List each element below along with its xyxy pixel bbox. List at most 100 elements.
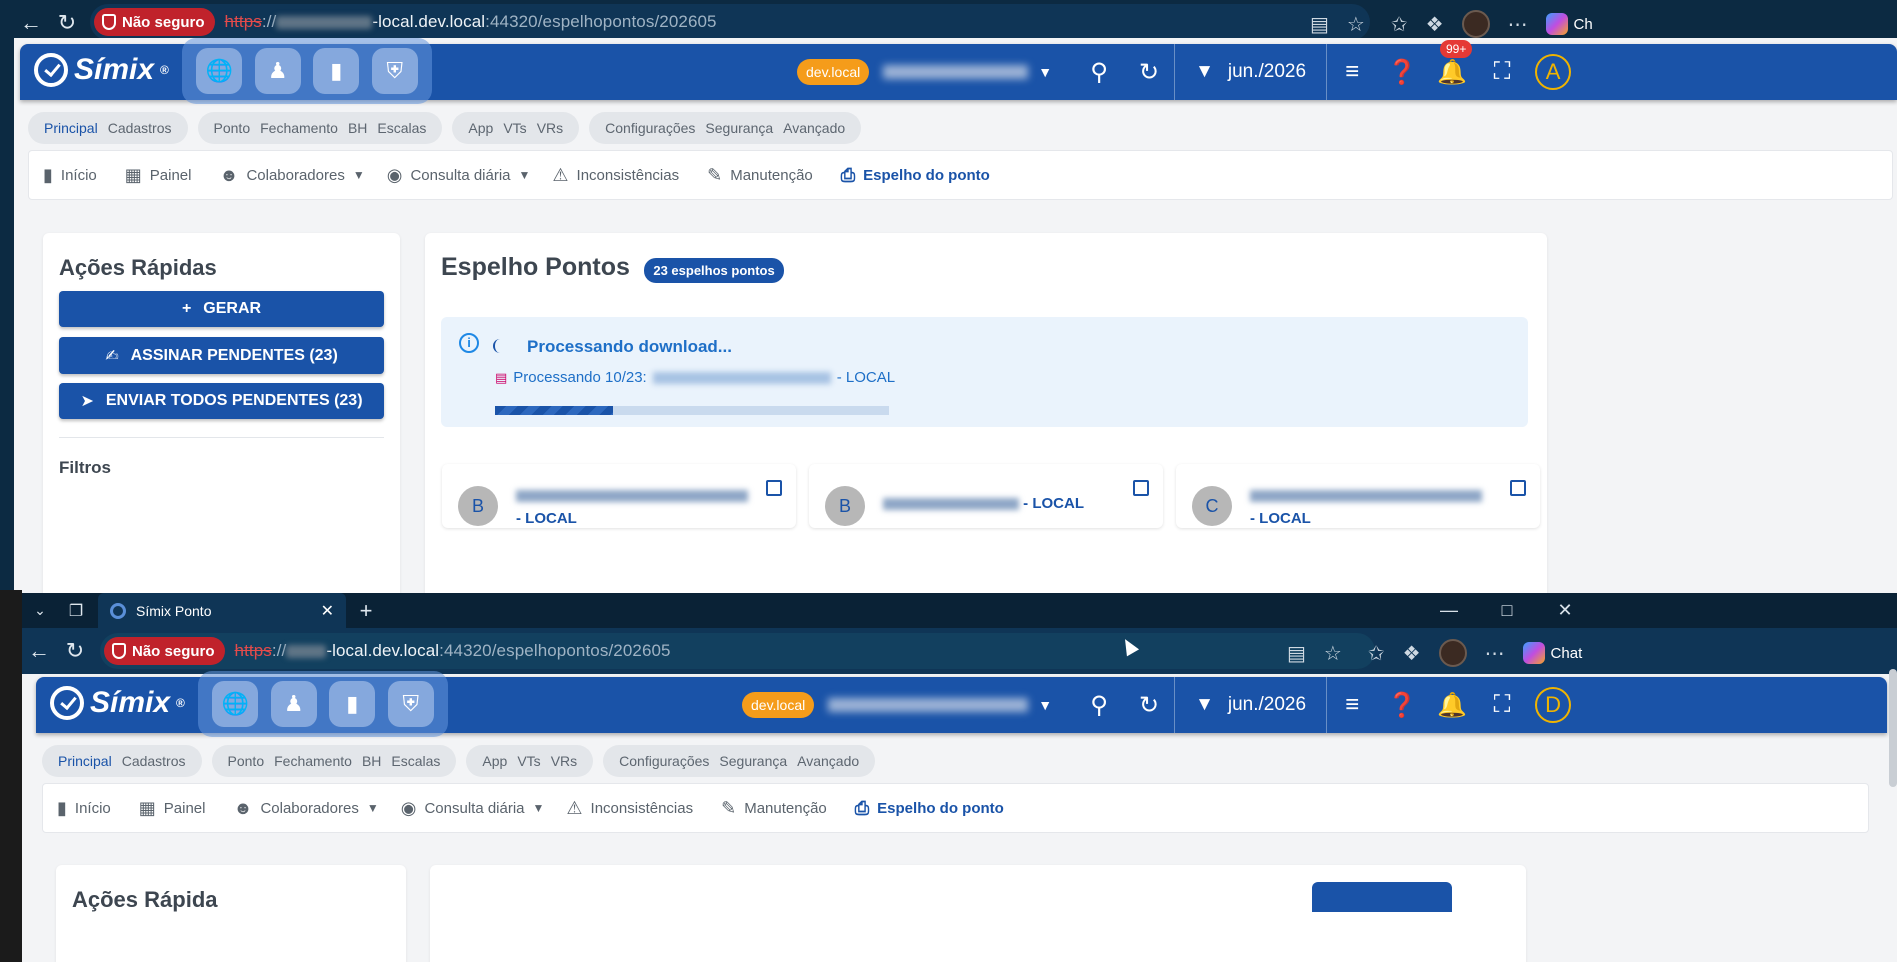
simix-logo[interactable]: Símix ®: [34, 53, 169, 87]
module-app[interactable]: App: [468, 120, 493, 136]
favorites-icon[interactable]: ✩: [1391, 12, 1408, 37]
module-seguranca[interactable]: Segurança: [705, 120, 773, 136]
menu-painel[interactable]: ▦ Painel: [139, 798, 206, 819]
employee-card[interactable]: B - LOCAL: [442, 464, 796, 528]
period-filter[interactable]: ▼ jun./2026: [1175, 694, 1326, 716]
close-icon[interactable]: ✕: [1536, 600, 1594, 621]
shield-lock-icon[interactable]: ⛨: [371, 48, 418, 94]
module-fechamento[interactable]: Fechamento: [260, 120, 338, 136]
help-icon[interactable]: ❓: [1377, 58, 1427, 87]
module-avancado[interactable]: Avançado: [783, 120, 845, 136]
module-principal[interactable]: Principal: [58, 753, 112, 769]
reload-icon[interactable]: ↻: [50, 6, 84, 40]
close-tab-icon[interactable]: ✕: [321, 601, 334, 621]
menu-espelho-do-ponto[interactable]: ⎙ Espelho do ponto: [855, 798, 1004, 819]
module-configuracoes[interactable]: Configurações: [605, 120, 695, 136]
favorite-star-icon[interactable]: ☆: [1347, 12, 1365, 37]
employee-card[interactable]: B - LOCAL: [809, 464, 1163, 528]
menu-painel[interactable]: ▦ Painel: [125, 165, 192, 186]
address-bar[interactable]: Não seguro https://-local.dev.local:4432…: [90, 4, 1370, 40]
module-cadastros[interactable]: Cadastros: [122, 753, 186, 769]
select-checkbox[interactable]: [766, 480, 782, 496]
address-bar[interactable]: Não seguro https://-local.dev.local:4432…: [100, 633, 1375, 669]
extensions-icon[interactable]: ❖: [1403, 641, 1421, 666]
sync-icon[interactable]: ↻: [1124, 58, 1174, 87]
company-selector[interactable]: [828, 698, 1029, 712]
profile-avatar[interactable]: [1438, 639, 1467, 667]
sync-icon[interactable]: ↻: [1124, 691, 1174, 720]
module-configuracoes[interactable]: Configurações: [619, 753, 709, 769]
assinar-pendentes-button[interactable]: ✍ ASSINAR PENDENTES (23): [59, 337, 384, 374]
maximize-icon[interactable]: □: [1478, 600, 1536, 621]
sliders-icon[interactable]: ≡: [1327, 58, 1377, 86]
module-cadastros[interactable]: Cadastros: [108, 120, 172, 136]
module-fechamento[interactable]: Fechamento: [274, 753, 352, 769]
scrollbar[interactable]: [1889, 669, 1897, 787]
user-avatar[interactable]: D: [1535, 687, 1572, 723]
bar-chart-icon[interactable]: ▮: [313, 48, 360, 94]
caret-down-icon[interactable]: ▼: [367, 801, 379, 815]
company-selector[interactable]: [883, 65, 1029, 79]
module-bh[interactable]: BH: [348, 120, 367, 136]
caret-down-icon[interactable]: ▼: [519, 168, 531, 182]
not-secure-badge[interactable]: Não seguro: [104, 637, 225, 665]
copilot-button[interactable]: Chat: [1522, 642, 1582, 664]
simix-logo[interactable]: Símix ®: [50, 686, 185, 720]
reading-view-icon[interactable]: ▤: [1287, 641, 1306, 666]
period-filter[interactable]: ▼ jun./2026: [1175, 61, 1326, 83]
back-arrow-icon[interactable]: ←: [22, 634, 56, 668]
select-checkbox[interactable]: [1133, 480, 1149, 496]
shield-lock-icon[interactable]: ⛨: [387, 681, 434, 727]
user-icon[interactable]: ♟: [254, 48, 301, 94]
sliders-icon[interactable]: ≡: [1327, 691, 1377, 719]
module-escalas[interactable]: Escalas: [391, 753, 440, 769]
fullscreen-icon[interactable]: ⛶: [1477, 58, 1527, 86]
more-icon[interactable]: ⋯: [1508, 12, 1528, 37]
menu-inconsistencias[interactable]: ⚠ Inconsistências: [566, 798, 693, 819]
extensions-icon[interactable]: ❖: [1426, 12, 1444, 37]
menu-colaboradores[interactable]: ☻ Colaboradores: [219, 165, 344, 186]
menu-inicio[interactable]: ▮ Início: [43, 165, 97, 186]
menu-inconsistencias[interactable]: ⚠ Inconsistências: [552, 165, 679, 186]
not-secure-badge[interactable]: Não seguro: [94, 8, 215, 36]
reading-view-icon[interactable]: ▤: [1310, 12, 1329, 37]
module-app[interactable]: App: [482, 753, 507, 769]
action-button[interactable]: [1312, 882, 1452, 912]
module-avancado[interactable]: Avançado: [797, 753, 859, 769]
menu-inicio[interactable]: ▮ Início: [57, 798, 111, 819]
enviar-todos-button[interactable]: ➤ ENVIAR TODOS PENDENTES (23): [59, 383, 384, 419]
user-avatar[interactable]: A: [1535, 54, 1572, 90]
module-bh[interactable]: BH: [362, 753, 381, 769]
module-ponto[interactable]: Ponto: [214, 120, 251, 136]
minimize-icon[interactable]: —: [1420, 600, 1478, 621]
menu-espelho-do-ponto[interactable]: ⎙ Espelho do ponto: [841, 165, 990, 186]
tab-actions-icon[interactable]: ⌄: [22, 602, 58, 619]
select-checkbox[interactable]: [1510, 480, 1526, 496]
more-icon[interactable]: ⋯: [1485, 641, 1505, 666]
chevron-down-icon[interactable]: ▼: [1038, 64, 1052, 80]
search-icon[interactable]: ⚲: [1074, 58, 1124, 87]
gerar-button[interactable]: + GERAR: [59, 291, 384, 327]
workspaces-icon[interactable]: ❐: [58, 601, 94, 621]
reload-icon[interactable]: ↻: [58, 634, 92, 668]
help-icon[interactable]: ❓: [1377, 691, 1427, 720]
module-principal[interactable]: Principal: [44, 120, 98, 136]
bell-icon[interactable]: 🔔: [1427, 58, 1477, 87]
chevron-down-icon[interactable]: ▼: [1038, 697, 1052, 713]
search-icon[interactable]: ⚲: [1074, 691, 1124, 720]
bell-icon[interactable]: 🔔: [1427, 691, 1477, 720]
module-seguranca[interactable]: Segurança: [719, 753, 787, 769]
caret-down-icon[interactable]: ▼: [353, 168, 365, 182]
module-vrs[interactable]: VRs: [551, 753, 577, 769]
new-tab-icon[interactable]: +: [346, 598, 386, 624]
menu-colaboradores[interactable]: ☻ Colaboradores: [233, 798, 358, 819]
back-arrow-icon[interactable]: ←: [14, 6, 48, 40]
globe-icon[interactable]: 🌐: [196, 48, 243, 94]
module-vts[interactable]: VTs: [517, 753, 540, 769]
menu-consulta-diaria[interactable]: ◉ Consulta diária: [401, 798, 525, 819]
favorite-star-icon[interactable]: ☆: [1324, 641, 1342, 666]
copilot-button[interactable]: Ch: [1545, 13, 1593, 35]
menu-manutencao[interactable]: ✎ Manutenção: [707, 165, 813, 186]
favorites-icon[interactable]: ✩: [1368, 641, 1385, 666]
globe-icon[interactable]: 🌐: [212, 681, 259, 727]
